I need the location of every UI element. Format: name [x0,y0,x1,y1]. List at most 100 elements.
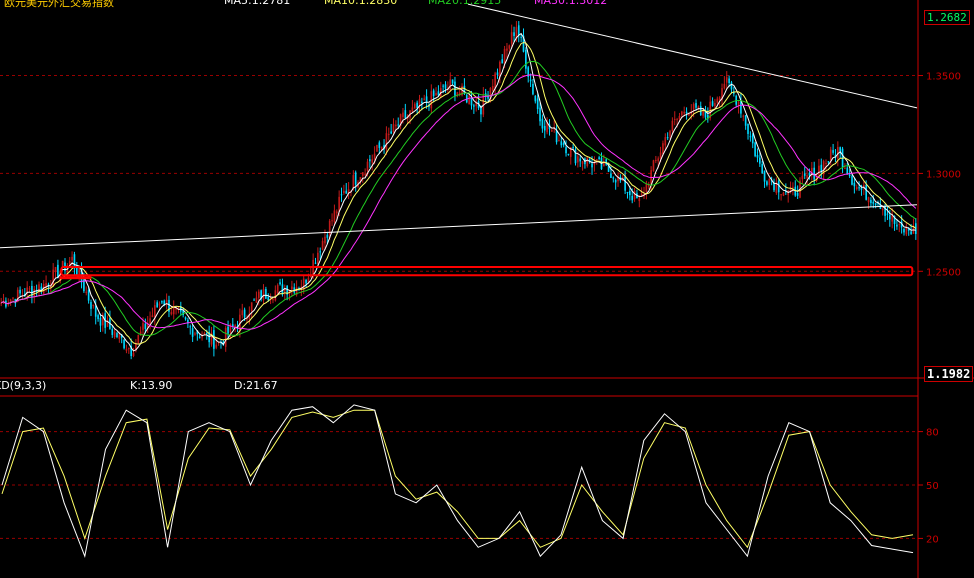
candle-body [716,98,719,103]
candle-body [305,279,307,284]
candle-body [361,172,364,176]
candle-body [525,49,527,69]
candle-body [860,187,863,190]
candle-body [205,332,208,334]
candle-body [151,315,154,318]
candle-body [132,352,135,357]
candle-body [156,302,158,308]
candle-body [692,103,695,110]
candle-body [657,158,660,162]
candle-body [274,290,277,301]
candle-body [827,161,830,163]
candle-body [888,214,891,220]
candle-body [711,101,714,106]
candle-body [442,85,444,87]
candle-body [33,288,36,298]
candle-body [354,172,357,185]
candle-body [744,115,747,126]
candle-body [520,36,522,38]
candle-body [364,173,366,175]
candle-body [413,103,416,109]
candle-body [267,297,270,301]
candle-body [664,137,667,146]
candle-body [898,224,901,226]
candle-body [416,102,418,108]
price-kd-chart: 1.3500 1.3000 1.2500 80 50 20 [0,0,974,578]
price-tick-label: 1.3500 [926,72,961,83]
candle-body [910,231,912,235]
candle-body [395,124,397,127]
candle-body [319,251,322,253]
candle-body [846,167,849,175]
candle-body [647,185,650,187]
candle-body [343,190,345,194]
candle-body [782,192,785,196]
candle-body [886,213,889,215]
candle-body [851,176,853,185]
candle-body [473,105,475,107]
candle-body [870,200,872,204]
candle-body [90,302,92,309]
candle-body [392,124,395,133]
candle-body [213,330,215,349]
candle-body [321,241,324,250]
candle-body [144,323,147,329]
ma30-label: MA30:1.3012 [534,0,608,7]
candle-body [158,303,161,306]
candle-body [99,317,102,326]
candle-body [813,167,816,180]
candle-body [373,153,376,160]
candle-body [191,328,194,337]
candle-body [435,92,437,96]
kd-tick-label: 80 [926,428,939,439]
candle-body [503,48,506,64]
candle-body [390,131,392,134]
candle-body [903,228,905,233]
candle-body [825,162,827,164]
candle-body [562,142,565,146]
candle-body [541,118,544,129]
candle-body [12,297,14,299]
candle-body [376,144,378,152]
candle-body [94,305,97,317]
kd-k-line [1,404,914,558]
candle-body [366,161,369,171]
candle-body [444,84,447,89]
candle-body [728,78,730,84]
candle-body [345,190,348,194]
candle-body [397,124,400,126]
candle-body [491,86,494,91]
candle-body [865,184,868,200]
candle-body [780,194,782,196]
candle-body [858,187,860,189]
candle-body [501,59,504,64]
candle-body [203,332,206,334]
lower-trendline [0,204,918,249]
candle-body [803,173,806,176]
candle-body [241,310,244,316]
candle-body [19,289,21,294]
candle-body [801,175,804,180]
candle-body [153,305,156,318]
candle-body [28,288,31,290]
candle-body [149,318,151,324]
candle-body [766,181,768,185]
candle-body [796,193,799,196]
candle-body [669,130,671,137]
candle-body [250,302,253,312]
candle-body [224,327,227,347]
ma30-line [0,74,917,330]
candle-body [92,304,95,307]
candle-body [421,101,423,104]
candle-body [529,79,532,82]
candle-body [633,190,636,200]
candle-body [534,95,537,102]
candle-body [257,291,260,298]
candle-body [725,77,728,83]
candle-body [742,115,745,117]
candle-body [54,267,57,272]
candle-body [614,179,617,183]
candle-body [161,301,163,303]
candle-body [676,119,678,121]
candle-body [165,299,168,304]
